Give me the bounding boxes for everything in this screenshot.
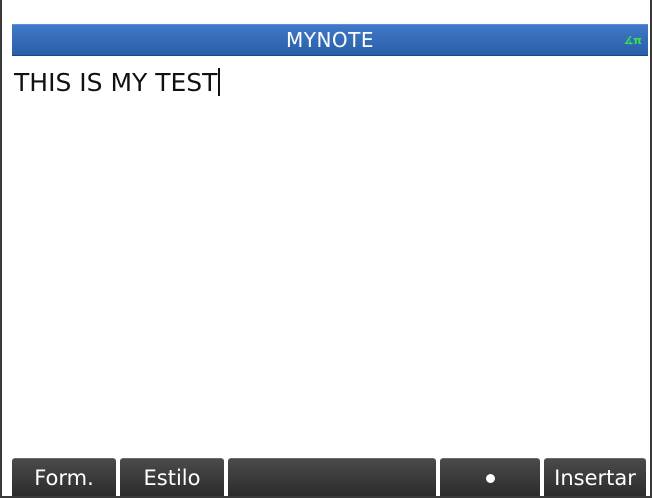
page-title: MYNOTE — [285, 28, 375, 52]
note-text: THIS IS MY TEST — [14, 68, 218, 97]
bullet-icon — [485, 474, 495, 483]
menu-key-empty[interactable] — [228, 458, 436, 496]
menu-key-bullet[interactable] — [440, 458, 540, 496]
note-text-line[interactable]: THIS IS MY TEST — [14, 68, 221, 98]
menu-key-style[interactable]: Estilo — [120, 458, 224, 496]
menu-key-format[interactable]: Form. — [12, 458, 116, 496]
menu-key-insert[interactable]: Insertar — [544, 458, 646, 496]
title-strip: MYNOTE ∡π — [12, 24, 648, 56]
angle-mode-icon: ∡π — [623, 34, 642, 47]
calculator-screen: MYNOTE ∡π THIS IS MY TEST Form. Estilo I… — [0, 0, 652, 498]
title-bar: MYNOTE ∡π — [2, 0, 650, 58]
soft-menu-bar: Form. Estilo Insertar — [12, 458, 650, 496]
text-cursor — [218, 68, 221, 96]
note-editor[interactable]: THIS IS MY TEST — [12, 60, 648, 456]
